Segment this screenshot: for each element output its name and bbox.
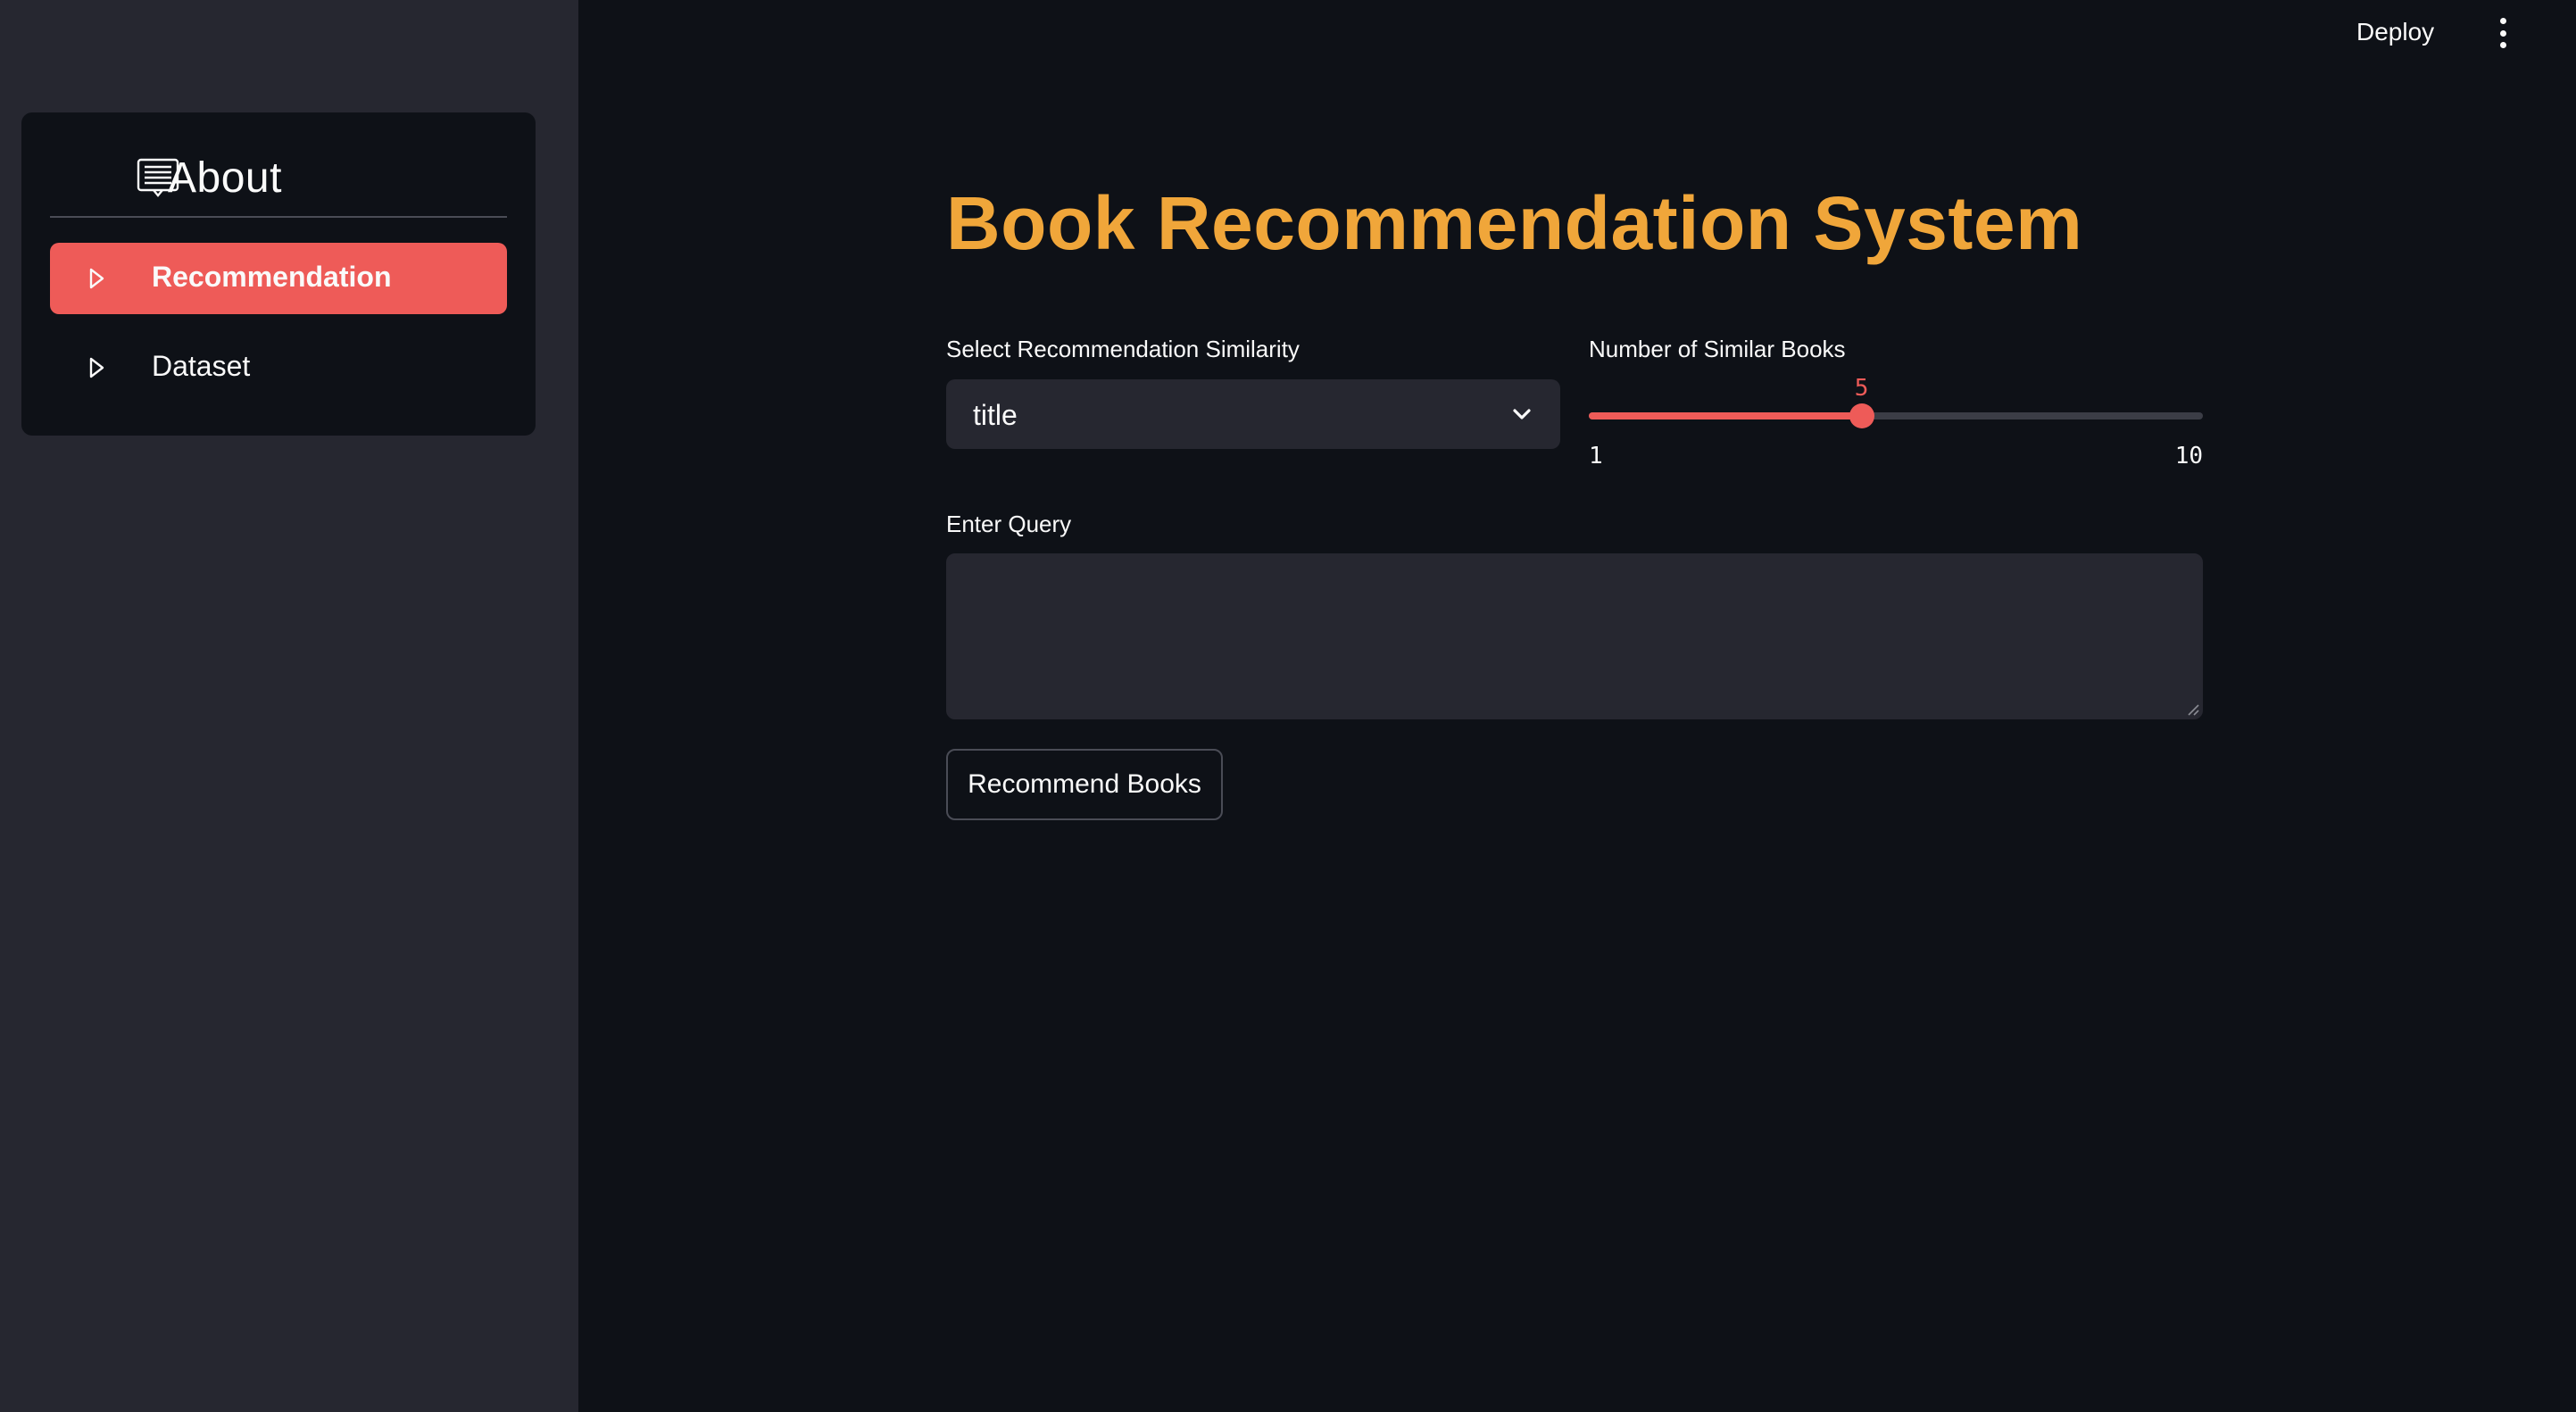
kebab-menu-icon[interactable] xyxy=(2494,18,2512,48)
slider-max-label: 10 xyxy=(2174,443,2203,469)
similarity-selected-value: title xyxy=(973,399,1018,431)
resize-grip-icon[interactable] xyxy=(2185,702,2199,716)
option-menu: About Recommendation Dataset xyxy=(21,112,536,436)
slider-label: Number of Similar Books xyxy=(1589,336,1846,362)
sidebar-item-label: Dataset xyxy=(152,350,251,382)
page-title: Book Recommendation System xyxy=(946,181,2083,265)
caret-right-icon xyxy=(84,355,109,380)
chevron-down-icon xyxy=(1510,403,1533,426)
slider-thumb[interactable] xyxy=(1849,403,1874,428)
slider-min-label: 1 xyxy=(1589,443,1603,469)
caret-right-icon xyxy=(84,266,109,291)
sidebar-item-recommendation[interactable]: Recommendation xyxy=(50,243,507,314)
deploy-button[interactable]: Deploy xyxy=(2356,18,2434,46)
sidebar-item-label: Recommendation xyxy=(152,261,392,293)
sidebar: About Recommendation Dataset xyxy=(0,0,578,1412)
similar-books-slider[interactable]: 5 1 10 xyxy=(1589,375,2203,473)
query-textarea[interactable] xyxy=(946,553,2203,719)
similarity-label: Select Recommendation Similarity xyxy=(946,336,1300,362)
similarity-select[interactable]: title xyxy=(946,379,1560,449)
recommend-books-button[interactable]: Recommend Books xyxy=(946,749,1223,820)
slider-fill xyxy=(1589,412,1862,419)
app-root: About Recommendation Dataset Deploy Book… xyxy=(0,0,2576,1412)
menu-title: About xyxy=(168,154,282,202)
menu-header: About xyxy=(50,137,507,218)
sidebar-item-dataset[interactable]: Dataset xyxy=(50,332,507,403)
slider-value: 5 xyxy=(1854,375,1869,402)
query-label: Enter Query xyxy=(946,511,1072,537)
